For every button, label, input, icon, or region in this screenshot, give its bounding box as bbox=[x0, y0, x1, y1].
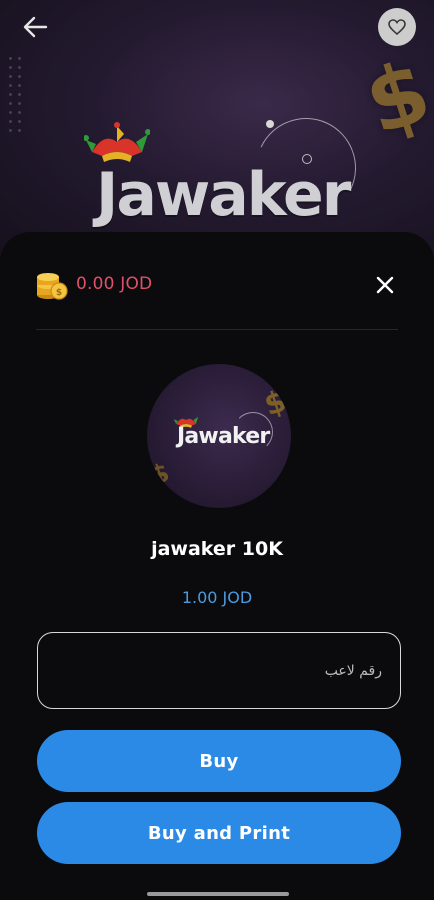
product-name: jawaker 10K bbox=[151, 538, 283, 560]
product-price: 1.00 JOD bbox=[181, 588, 253, 607]
divider bbox=[36, 329, 398, 330]
product-image: $ $ Jawaker bbox=[147, 364, 291, 508]
wallet-balance: $ 0.00 JOD bbox=[36, 266, 152, 302]
hero-banner: $ Jawaker bbox=[0, 0, 434, 260]
arrow-left-icon bbox=[23, 16, 48, 38]
close-button[interactable] bbox=[370, 270, 400, 300]
orbit-dot bbox=[266, 120, 274, 128]
heart-icon bbox=[388, 19, 406, 35]
close-icon bbox=[376, 276, 394, 294]
product-image-title: Jawaker bbox=[177, 424, 270, 449]
buy-button[interactable]: Buy bbox=[37, 730, 401, 792]
svg-text:$: $ bbox=[56, 288, 62, 298]
dollar-decoration-icon: $ bbox=[354, 41, 434, 155]
decorative-dots bbox=[6, 54, 24, 134]
purchase-sheet: $ 0.00 JOD $ $ Jawaker jawaker 10K 1.00 … bbox=[0, 232, 434, 900]
back-button[interactable] bbox=[18, 12, 52, 42]
coin-stack-icon: $ bbox=[37, 273, 68, 300]
brand-title: Jawaker bbox=[96, 160, 351, 230]
buy-and-print-button[interactable]: Buy and Print bbox=[37, 802, 401, 864]
favorite-button[interactable] bbox=[378, 8, 416, 46]
player-id-input[interactable] bbox=[37, 632, 401, 709]
balance-amount: 0.00 JOD bbox=[76, 274, 153, 294]
home-indicator[interactable] bbox=[147, 892, 289, 896]
dollar-decoration-icon: $ bbox=[147, 457, 174, 493]
